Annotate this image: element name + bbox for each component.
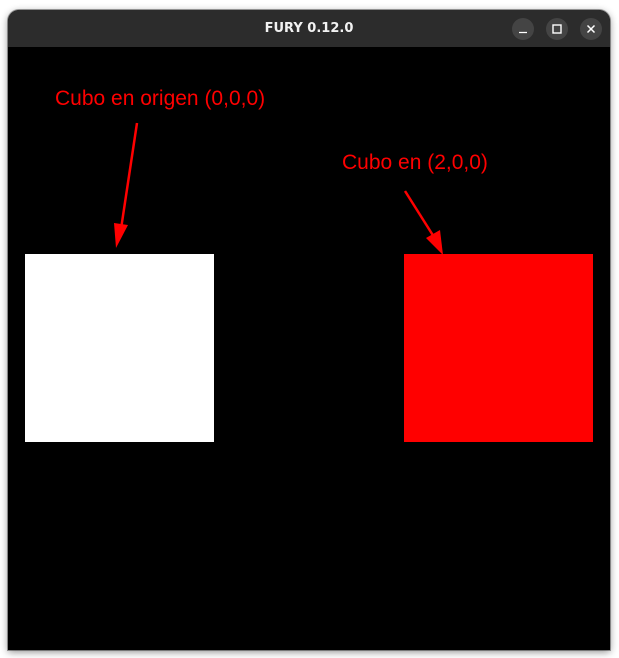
origin-arrow [114, 122, 139, 248]
minimize-button[interactable] [512, 18, 534, 40]
second-arrow [403, 190, 443, 255]
close-button[interactable] [580, 18, 602, 40]
render-viewport[interactable]: Cubo en origen (0,0,0) Cubo en (2,0,0) [8, 47, 610, 650]
maximize-button[interactable] [546, 18, 568, 40]
maximize-icon [552, 24, 562, 34]
minimize-icon [519, 31, 527, 34]
close-icon [586, 24, 596, 34]
title-bar[interactable]: FURY 0.12.0 [8, 10, 610, 47]
annotation-arrows [114, 122, 443, 255]
app-window: FURY 0.12.0 Cubo en origen (0,0,0) Cubo … [8, 10, 610, 650]
